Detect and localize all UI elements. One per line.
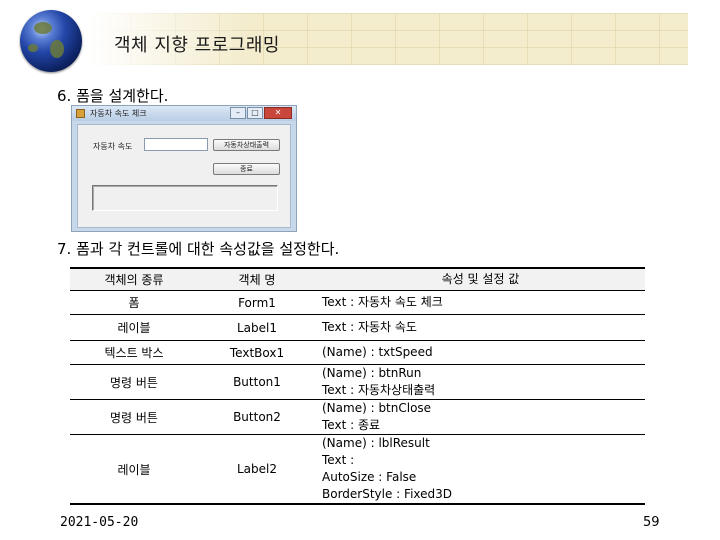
prop-line: Text : (322, 453, 355, 467)
prop-line: Text : 자동차 속도 체크 (322, 295, 443, 309)
cell-name: TextBox1 (198, 340, 316, 365)
cell-name: Label1 (198, 314, 316, 341)
form-screenshot: 자동차 속도 체크 – □ ✕ 자동차 속도 자동차상태출력 종료 (71, 105, 297, 232)
prop-line: Text : 자동차상태출력 (322, 383, 436, 397)
prop-line: AutoSize : False (322, 470, 417, 484)
cell-name: Button2 (198, 399, 316, 435)
cell-props: (Name) : btnRun Text : 자동차상태출력 (316, 364, 645, 400)
close-icon: ✕ (264, 107, 292, 119)
speed-label: 자동차 속도 (93, 142, 133, 151)
footer-date: 2021-05-20 (60, 515, 139, 530)
table-row: 레이블 Label1 Text : 자동차 속도 (70, 314, 645, 341)
table-row: 레이블 Label2 (Name) : lblResult Text : Aut… (70, 434, 645, 505)
step-7-heading: 7. 폼과 각 컨트롤에 대한 속성값을 설정한다. (57, 240, 340, 258)
table-header-row: 객체의 종류 객체 명 속성 및 설정 값 (70, 267, 645, 291)
form-client-area: 자동차 속도 자동차상태출력 종료 (77, 124, 291, 228)
cell-kind: 폼 (70, 290, 198, 315)
header-object-kind: 객체의 종류 (70, 267, 198, 291)
page-number: 59 (643, 515, 660, 530)
result-label-box (92, 185, 278, 211)
page-title: 객체 지향 프로그래밍 (114, 35, 280, 56)
run-button: 자동차상태출력 (213, 139, 280, 151)
header-properties: 속성 및 설정 값 (316, 267, 645, 291)
prop-line: Text : 자동차 속도 (322, 320, 417, 334)
prop-line: (Name) : btnClose (322, 401, 432, 415)
table-row: 명령 버튼 Button1 (Name) : btnRun Text : 자동차… (70, 364, 645, 400)
cell-name: Form1 (198, 290, 316, 315)
form-app-icon (76, 109, 85, 118)
cell-props: (Name) : txtSpeed (316, 340, 645, 365)
table-row: 폼 Form1 Text : 자동차 속도 체크 (70, 290, 645, 315)
cell-props: (Name) : lblResult Text : AutoSize : Fal… (316, 434, 645, 505)
table-row: 텍스트 박스 TextBox1 (Name) : txtSpeed (70, 340, 645, 365)
close-button: 종료 (213, 163, 280, 175)
form-titlebar: 자동차 속도 체크 – □ ✕ (72, 106, 296, 121)
speed-textbox (144, 138, 208, 151)
cell-kind: 명령 버튼 (70, 364, 198, 400)
form-window-title: 자동차 속도 체크 (90, 109, 147, 118)
cell-name: Label2 (198, 434, 316, 505)
prop-line: (Name) : btnRun (322, 366, 422, 380)
minimize-icon: – (230, 107, 246, 119)
prop-line: (Name) : txtSpeed (322, 345, 433, 359)
table-row: 명령 버튼 Button2 (Name) : btnClose Text : 종… (70, 399, 645, 435)
cell-kind: 레이블 (70, 314, 198, 341)
properties-table: 객체의 종류 객체 명 속성 및 설정 값 폼 Form1 Text : 자동차… (70, 267, 645, 505)
step-6-heading: 6. 폼을 설계한다. (57, 87, 169, 105)
globe-icon (20, 10, 82, 72)
cell-name: Button1 (198, 364, 316, 400)
cell-props: Text : 자동차 속도 (316, 314, 645, 341)
cell-props: (Name) : btnClose Text : 종료 (316, 399, 645, 435)
prop-line: (Name) : lblResult (322, 436, 430, 450)
cell-kind: 명령 버튼 (70, 399, 198, 435)
prop-line: BorderStyle : Fixed3D (322, 487, 453, 501)
cell-kind: 텍스트 박스 (70, 340, 198, 365)
maximize-icon: □ (247, 107, 263, 119)
prop-line: Text : 종료 (322, 418, 381, 432)
cell-props: Text : 자동차 속도 체크 (316, 290, 645, 315)
cell-kind: 레이블 (70, 434, 198, 505)
header-object-name: 객체 명 (198, 267, 316, 291)
